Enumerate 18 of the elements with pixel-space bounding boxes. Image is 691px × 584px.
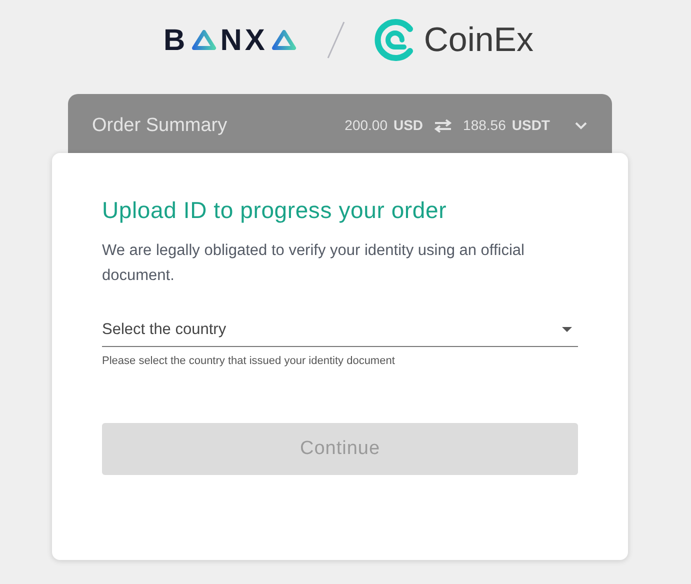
from-currency: USD bbox=[393, 116, 424, 135]
slash-divider bbox=[326, 20, 346, 60]
order-summary-bar[interactable]: Order Summary 200.00 USD 188.56 USDT bbox=[68, 94, 612, 154]
from-amount: 200.00 bbox=[344, 116, 388, 135]
dropdown-caret-icon bbox=[562, 327, 572, 333]
card-description: We are legally obligated to verify your identity using an official document. bbox=[102, 240, 526, 286]
helper-text: Please select the country that issued your identity document bbox=[102, 354, 396, 368]
country-select[interactable]: Select the country bbox=[102, 314, 578, 346]
to-currency: USDT bbox=[512, 116, 550, 135]
coinex-logo: CoinEx bbox=[372, 14, 534, 66]
card-title: Upload ID to progress your order bbox=[102, 196, 448, 225]
chevron-icon bbox=[574, 120, 588, 130]
triangle-icon bbox=[191, 29, 218, 51]
banxa-logo: B NX bbox=[164, 18, 300, 62]
order-summary-title: Order Summary bbox=[92, 114, 228, 138]
triangle-icon bbox=[270, 29, 297, 51]
swap-icon bbox=[433, 118, 454, 132]
to-amount: 188.56 bbox=[463, 116, 506, 135]
